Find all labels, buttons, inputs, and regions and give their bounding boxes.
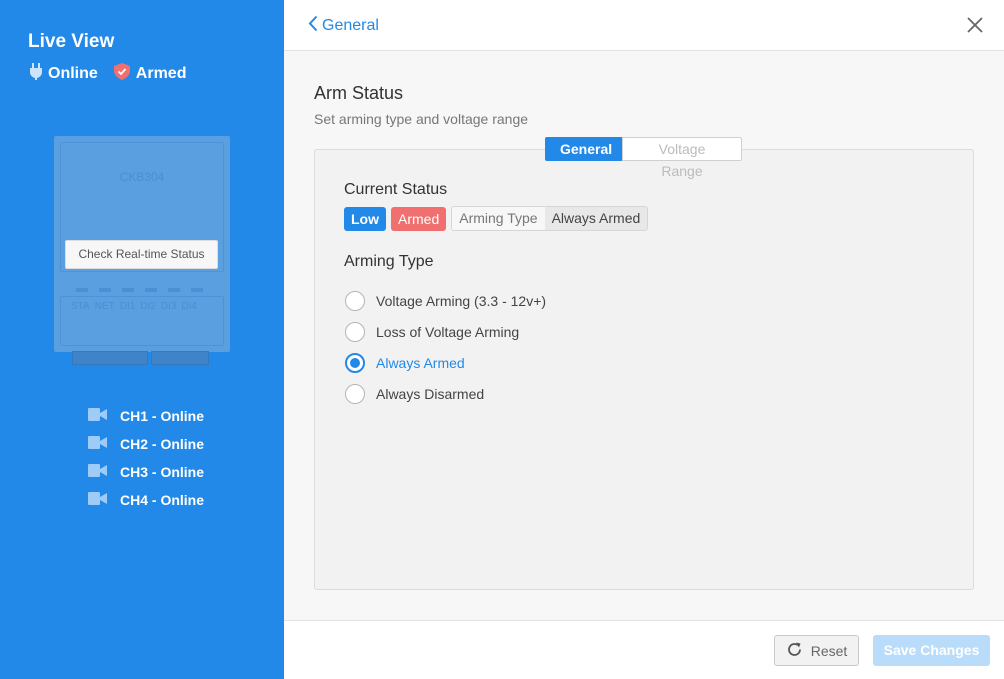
port-label: NET (94, 301, 115, 312)
terminal-block (151, 351, 209, 365)
radio-circle[interactable] (345, 321, 365, 342)
port-label: DI3 (160, 301, 177, 312)
channel-list: CH1 - Online CH2 - Online CH3 - Online C… (88, 402, 204, 514)
arming-type-key: Arming Type (452, 207, 545, 230)
save-changes-button[interactable]: Save Changes (873, 635, 990, 666)
arming-type-radio-group: Voltage Arming (3.3 - 12v+) Loss of Volt… (345, 285, 546, 409)
check-realtime-status-button[interactable]: Check Real-time Status (65, 240, 218, 269)
armed-badge: Armed (391, 206, 447, 231)
online-label: Online (48, 65, 98, 82)
tab-general[interactable]: General (545, 137, 622, 161)
camera-icon (88, 464, 120, 480)
channel-item[interactable]: CH1 - Online (88, 402, 204, 430)
channel-label: CH3 - Online (120, 464, 205, 480)
device-image: CKB304 Check Real-time Status STA NET DI… (54, 136, 230, 352)
radio-always-armed[interactable]: Always Armed (345, 347, 546, 378)
radio-label: Voltage Arming (3.3 - 12v+) (376, 292, 547, 309)
section-subtitle: Set arming type and voltage range (314, 111, 529, 127)
radio-label: Loss of Voltage Arming (376, 323, 520, 340)
reset-button[interactable]: Reset (774, 635, 859, 666)
led (99, 288, 111, 292)
settings-panel: General Arm Status Set arming type and v… (284, 0, 1004, 679)
led (168, 288, 180, 292)
panel-footer: Reset Save Changes (284, 620, 1004, 679)
online-status: Online (30, 63, 98, 85)
channel-item[interactable]: CH2 - Online (88, 430, 204, 458)
led (76, 288, 88, 292)
terminal-block (72, 351, 148, 365)
port-label: DI4 (181, 301, 197, 312)
reset-label: Reset (810, 642, 848, 659)
camera-icon (88, 408, 120, 424)
port-label: DI2 (140, 301, 156, 312)
radio-voltage-arming[interactable]: Voltage Arming (3.3 - 12v+) (345, 285, 546, 316)
device-leds (76, 288, 203, 292)
current-status-badges: Low Armed Arming Type Always Armed (344, 206, 649, 231)
refresh-icon (786, 641, 811, 661)
radio-circle[interactable] (345, 352, 365, 373)
chevron-left-icon (308, 15, 322, 37)
plug-icon (30, 63, 48, 85)
device-port-labels: STA NET DI1 DI2 DI3 DI4 (71, 301, 197, 312)
channel-item[interactable]: CH4 - Online (88, 486, 204, 514)
panel-header: General (284, 0, 1004, 51)
device-status-row: Online Armed (30, 63, 202, 85)
channel-label: CH2 - Online (120, 436, 205, 452)
live-view-title: Live View (28, 31, 115, 52)
arming-type-value: Always Armed (544, 207, 648, 230)
close-icon[interactable] (966, 16, 984, 37)
led (191, 288, 203, 292)
radio-always-disarmed[interactable]: Always Disarmed (345, 378, 546, 409)
back-link[interactable]: General (308, 15, 379, 37)
arming-type-tag: Arming Type Always Armed (451, 206, 649, 231)
armed-label: Armed (135, 65, 187, 82)
port-label: STA (71, 301, 90, 312)
current-status-title: Current Status (344, 181, 448, 198)
radio-label: Always Disarmed (376, 385, 485, 402)
device-model: CKB304 (119, 170, 165, 184)
led (145, 288, 157, 292)
voltage-badge: Low (344, 206, 386, 231)
live-view-panel: Live View Online Armed CKB304 Check Real… (0, 0, 284, 679)
tab-voltage-range[interactable]: Voltage Range (622, 137, 742, 179)
led (122, 288, 134, 292)
back-label: General (322, 17, 379, 34)
channel-item[interactable]: CH3 - Online (88, 458, 204, 486)
tab-bar: General Voltage Range (545, 137, 742, 179)
section-title: Arm Status (314, 83, 404, 103)
radio-circle[interactable] (345, 290, 365, 311)
radio-label: Always Armed (376, 354, 465, 371)
camera-icon (88, 492, 120, 508)
shield-icon (113, 63, 136, 85)
channel-label: CH1 - Online (120, 408, 205, 424)
armed-status: Armed (113, 63, 187, 85)
port-label: DI1 (119, 301, 136, 312)
radio-circle[interactable] (345, 383, 365, 404)
channel-label: CH4 - Online (120, 492, 205, 508)
arming-type-title: Arming Type (344, 253, 434, 270)
camera-icon (88, 436, 120, 452)
radio-loss-of-voltage-arming[interactable]: Loss of Voltage Arming (345, 316, 546, 347)
